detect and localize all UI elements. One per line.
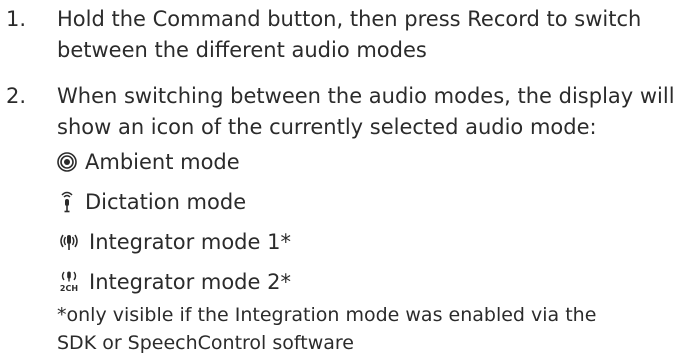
integrator-mode-2-icon-text: 2CH [60,284,78,293]
step-number: 2. [6,84,27,108]
mode-label: Integrator mode 1* [89,230,291,254]
step-2: 2. When switching between the audio mode… [0,81,687,357]
mode-label: Integrator mode 2* [89,270,291,294]
step-1: 1. Hold the Command button, then press R… [0,4,677,66]
list-item-integrator-mode-2: 2CH Integrator mode 2* [57,265,687,299]
step-text: Hold the Command button, then press Reco… [57,7,642,62]
list-item-dictation-mode: Dictation mode [57,185,687,219]
list-item-integrator-mode-1: Integrator mode 1* [57,225,687,259]
step-text: When switching between the audio modes, … [57,84,675,139]
mode-label: Dictation mode [85,190,247,214]
integrator-mode-1-icon [57,229,81,255]
dictation-mode-icon [57,189,77,215]
step-number: 1. [6,7,27,31]
integrator-mode-2-icon: 2CH [57,269,81,295]
audio-mode-list: Ambient mode Dictation mode Integrator m… [57,145,687,299]
footnote: *only visible if the Integration mode wa… [57,304,597,354]
ambient-mode-icon [57,149,77,175]
mode-label: Ambient mode [85,150,240,174]
list-item-ambient-mode: Ambient mode [57,145,687,179]
